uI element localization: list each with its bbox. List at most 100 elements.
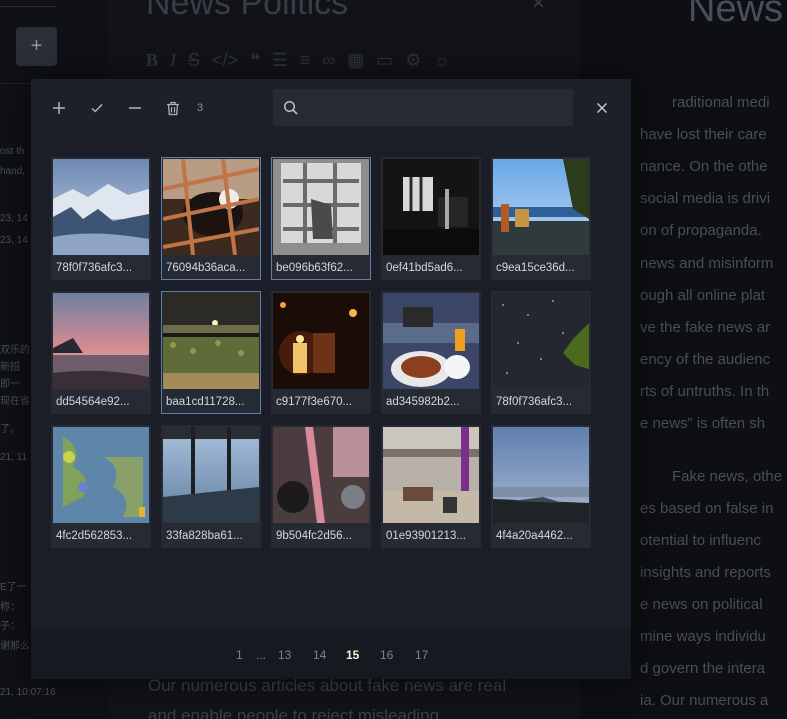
deselect-button[interactable] [124, 97, 146, 119]
editor-text: and enable people to reject misleading [148, 706, 440, 719]
preview-text-line: mine ways individu [640, 628, 766, 645]
note-snippet: hand, [0, 166, 26, 177]
trash-icon [167, 101, 179, 115]
preview-text-line: Fake news, othe [672, 468, 783, 485]
note-snippet: 双乐的 [0, 345, 30, 356]
search-icon [283, 100, 298, 115]
image-tile[interactable]: be096b63f62... [271, 157, 371, 280]
search-box[interactable] [273, 89, 573, 126]
preview-text-line: on of propaganda. [640, 222, 762, 239]
page-link[interactable]: 17 [415, 648, 428, 662]
image-picker-modal: 3 78f0f736afc3... 76094b36aca... be096b6… [31, 79, 631, 679]
note-snippet: 新招 [0, 362, 20, 373]
editor-text: Our numerous articles about fake news ar… [148, 676, 507, 695]
note-snippet: 了。 [0, 424, 20, 435]
image-thumbnail [53, 159, 149, 255]
preview-text-line: social media is drivi [640, 190, 771, 207]
image-tile[interactable]: baa1cd11728... [161, 291, 261, 414]
note-snippet: ost th [0, 146, 25, 157]
image-filename: 4f4a20a4462... [496, 530, 573, 542]
numbered-list-icon: ≡ [299, 50, 311, 70]
select-all-button[interactable] [86, 97, 108, 119]
italic-icon: I [170, 50, 177, 70]
note-date: 21, 11 [0, 452, 28, 463]
modal-footer: 1... 13 14 15 16 17 [31, 628, 631, 679]
note-snippet: 称： [0, 602, 20, 613]
preview-text-line: e news” is often sh [640, 415, 766, 432]
page-link[interactable]: 14 [313, 648, 326, 662]
note-snippet: E了一 [0, 582, 27, 593]
image-filename: 4fc2d562853... [56, 530, 133, 542]
image-thumbnail [493, 427, 589, 523]
image-tile[interactable]: dd54564e92... [51, 291, 151, 414]
modal-toolbar: 3 [31, 79, 631, 137]
image-tile[interactable]: 4fc2d562853... [51, 425, 151, 548]
note-date: 23, 14 [0, 235, 28, 246]
editor-close-icon: × [532, 0, 545, 15]
page-link[interactable]: 15 [346, 648, 359, 662]
preview-text-line: nance. On the othe [640, 158, 768, 175]
preview-text-line: ency of the audienc [640, 351, 771, 368]
settings-icon: ⚙ [405, 50, 422, 70]
strikethrough-icon: S [188, 50, 201, 70]
image-filename: ad345982b2... [386, 396, 460, 408]
preview-text-line: raditional medi [672, 94, 770, 111]
image-thumbnail [273, 427, 369, 523]
preview-text-line: ia. Our numerous a [640, 692, 769, 709]
image-filename: baa1cd11728... [166, 396, 245, 408]
selected-count: 3 [197, 102, 204, 114]
note-snippet: 谢那么 [0, 641, 30, 652]
image-tile[interactable]: c9177f3e670... [271, 291, 371, 414]
note-snippet: 子： [0, 621, 20, 632]
page-link[interactable]: 13 [278, 648, 291, 662]
note-snippet: 现在省 [0, 396, 30, 407]
delete-button[interactable] [162, 97, 184, 119]
folder-icon: ▭ [376, 50, 394, 70]
pagination: 1... 13 14 15 16 17 [31, 648, 631, 662]
search-input[interactable] [305, 89, 567, 126]
close-button[interactable] [591, 97, 613, 119]
note-date: 23, 14 [0, 213, 28, 224]
image-tile[interactable]: 78f0f736afc3... [491, 291, 591, 414]
image-thumbnail [383, 159, 479, 255]
image-filename: 78f0f736afc3... [496, 396, 573, 408]
image-tile[interactable]: 76094b36aca... [161, 157, 261, 280]
image-filename: be096b63f62... [276, 262, 353, 274]
image-tile[interactable]: c9ea15ce36d... [491, 157, 591, 280]
image-tile[interactable]: 0ef41bd5ad6... [381, 157, 481, 280]
preview-text-line: ve the fake news ar [640, 319, 771, 336]
image-thumbnail [273, 293, 369, 389]
image-filename: 76094b36aca... [166, 262, 246, 274]
preview-text-line: es based on false in [640, 500, 774, 517]
preview-title: News [688, 0, 784, 30]
preview-text-line: ough all online plat [640, 287, 766, 304]
preview-text-line: otential to influenc [640, 532, 761, 549]
add-image-button[interactable] [48, 97, 70, 119]
bold-icon: B [146, 50, 159, 70]
image-thumbnail [493, 293, 589, 389]
image-filename: 9b504fc2d56... [276, 530, 353, 542]
image-tile[interactable]: 78f0f736afc3... [51, 157, 151, 280]
code-icon: </> [212, 50, 239, 70]
editor-toolbar: B I S </> ❝ ☰ ≡ ∞ ▦ ▭ ⚙ ☼ [146, 50, 450, 71]
preview-text-line: e news on political [640, 596, 763, 613]
minus-icon [129, 107, 141, 109]
link-icon: ∞ [322, 50, 336, 70]
image-tile[interactable]: 9b504fc2d56... [271, 425, 371, 548]
pagination-ellipsis[interactable]: ... [256, 648, 266, 662]
image-tile[interactable]: ad345982b2... [381, 291, 481, 414]
image-thumbnail [493, 159, 589, 255]
bullet-list-icon: ☰ [271, 50, 288, 70]
page-link[interactable]: 16 [380, 648, 393, 662]
image-tile[interactable]: 33fa828ba61... [161, 425, 261, 548]
preview-text-line: have lost their care [640, 126, 767, 143]
new-note-button: + [16, 27, 57, 66]
preview-text-line: rts of untruths. In th [640, 383, 770, 400]
close-icon [596, 102, 608, 114]
image-tile[interactable]: 4f4a20a4462... [491, 425, 591, 548]
editor-title: News Politics [146, 0, 349, 22]
page-link[interactable]: 1 [236, 648, 243, 662]
preview-text-line: news and misinform [640, 255, 774, 272]
image-tile[interactable]: 01e93901213... [381, 425, 481, 548]
image-thumbnail [53, 427, 149, 523]
